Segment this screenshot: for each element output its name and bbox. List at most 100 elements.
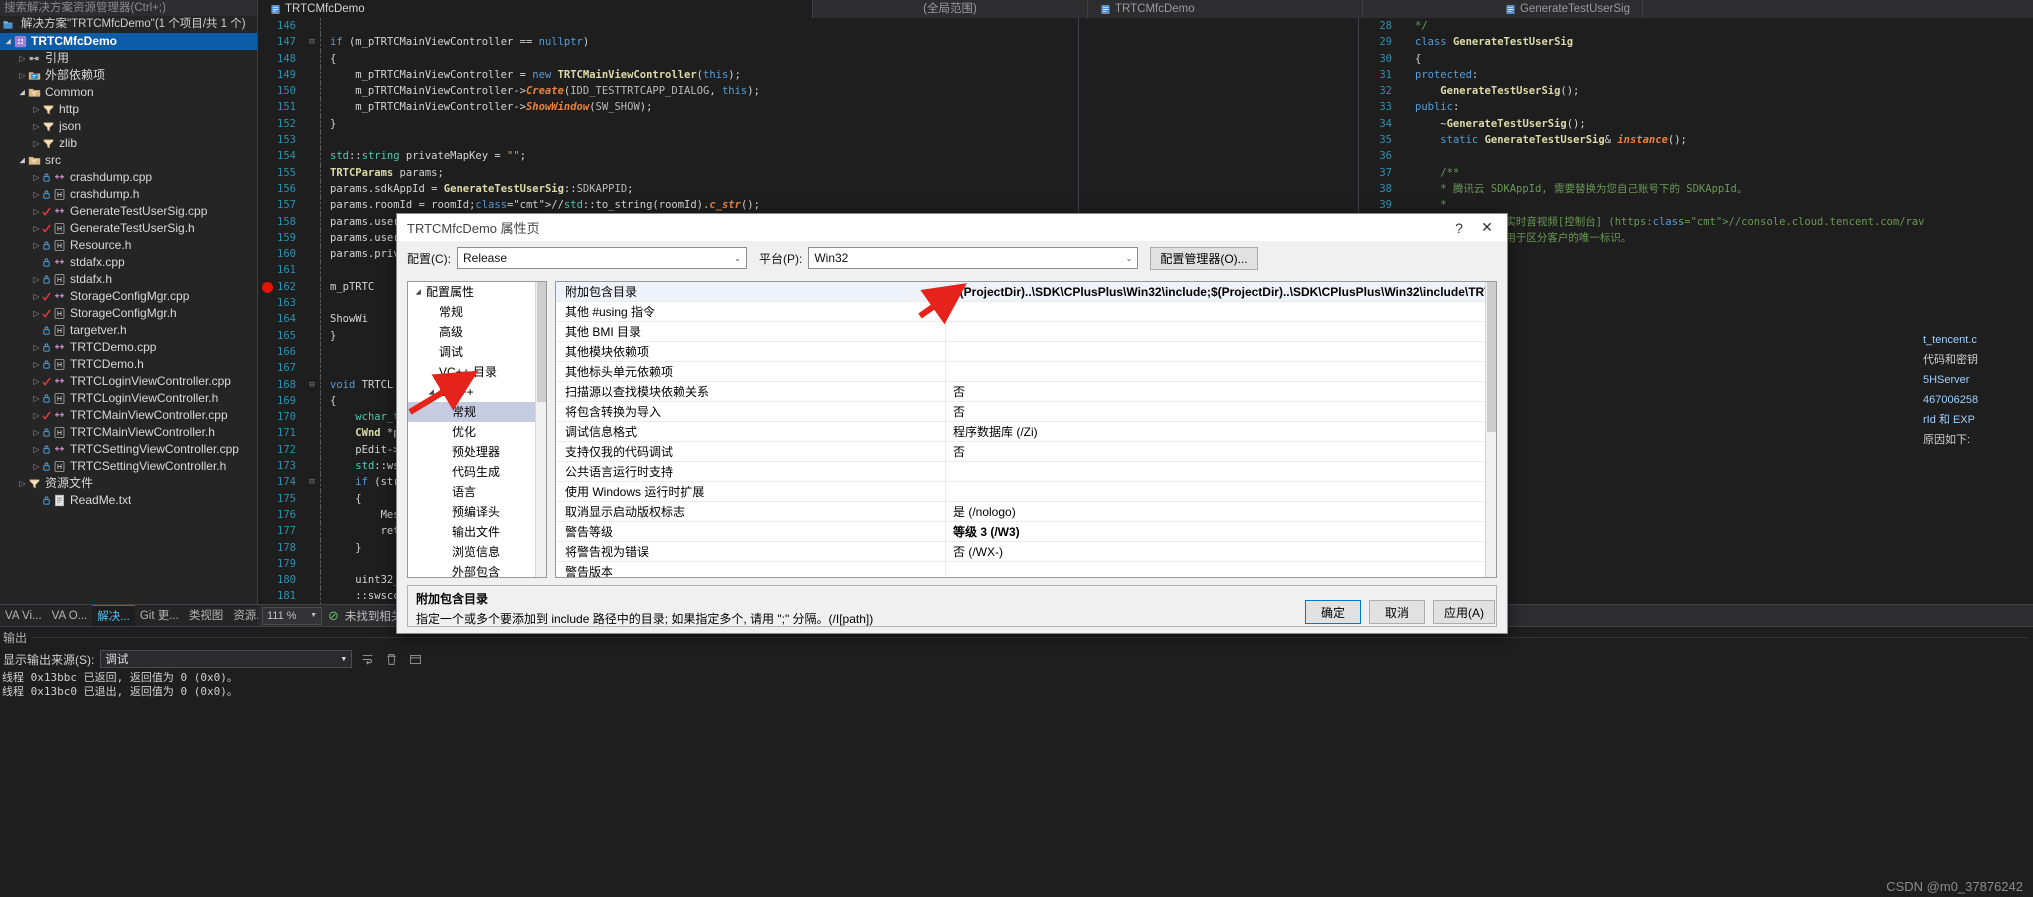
property-grid-row[interactable]: 取消显示启动版权标志是 (/nologo) [556, 502, 1496, 522]
property-tree-item[interactable]: 高级 [408, 322, 546, 342]
solution-tree-item[interactable]: ▷ crashdump.h [0, 186, 257, 203]
property-grid-row[interactable]: 调试信息格式 程序数据库 (/Zi) [556, 422, 1496, 442]
solution-tree-item[interactable]: ReadMe.txt [0, 492, 257, 509]
chevron-right-icon[interactable]: ▷ [17, 67, 28, 84]
chevron-right-icon[interactable]: ▷ [31, 186, 42, 203]
ok-button[interactable]: 确定 [1305, 600, 1361, 624]
property-tree-item[interactable]: 优化 [408, 422, 546, 442]
property-value[interactable]: 否 (/WX-) [946, 542, 1496, 561]
scrollbar-thumb[interactable] [537, 282, 546, 402]
solution-tree-item[interactable]: ▷ zlib [0, 135, 257, 152]
property-value[interactable] [946, 362, 1496, 381]
solution-tree-item[interactable]: ◢ TRTCMfcDemo [0, 33, 257, 50]
property-grid-row[interactable]: 扫描源以查找模块依赖关系否 [556, 382, 1496, 402]
solution-root-row[interactable]: 解决方案"TRTCMfcDemo"(1 个项目/共 1 个) [0, 16, 257, 33]
platform-select[interactable]: Win32 ⌄ [808, 247, 1139, 269]
property-value[interactable]: 等级 3 (/W3) [946, 522, 1496, 541]
solution-tree-item[interactable]: ▷ Resource.h [0, 237, 257, 254]
property-value[interactable] [946, 482, 1496, 501]
zoom-level-control[interactable]: 111 % ▼ [262, 606, 322, 625]
chevron-right-icon[interactable]: ▷ [31, 271, 42, 288]
toggle-output-icon[interactable] [406, 650, 424, 668]
property-tree-item[interactable]: 常规 [408, 402, 546, 422]
solution-tree-item[interactable]: ▷ StorageConfigMgr.cpp [0, 288, 257, 305]
chevron-right-icon[interactable]: ▷ [31, 356, 42, 373]
solution-tree-item[interactable]: ▷ stdafx.h [0, 271, 257, 288]
chevron-right-icon[interactable]: ▷ [31, 373, 42, 390]
chevron-right-icon[interactable]: ▷ [31, 441, 42, 458]
property-grid-row[interactable]: 警告版本 [556, 562, 1496, 577]
clear-output-icon[interactable] [382, 650, 400, 668]
solution-tree-item[interactable]: ▷ TRTCLoginViewController.h [0, 390, 257, 407]
solution-tree-item[interactable]: ▷ TRTCLoginViewController.cpp [0, 373, 257, 390]
chevron-right-icon[interactable]: ▷ [31, 390, 42, 407]
chevron-right-icon[interactable]: ▷ [31, 203, 42, 220]
solution-tree-item[interactable]: ▷ TRTCDemo.cpp [0, 339, 257, 356]
solution-tree-item[interactable]: ▷ GenerateTestUserSig.cpp [0, 203, 257, 220]
property-grid-row[interactable]: 附加包含目录 $(ProjectDir)..\SDK\CPlusPlus\Win3… [556, 282, 1496, 302]
solution-tree-item[interactable]: stdafx.cpp [0, 254, 257, 271]
chevron-right-icon[interactable]: ▷ [31, 424, 42, 441]
chevron-right-icon[interactable]: ▷ [31, 101, 42, 118]
cancel-button[interactable]: 取消 [1369, 600, 1425, 624]
property-grid-row[interactable]: 公共语言运行时支持 [556, 462, 1496, 482]
solution-search-input[interactable]: 搜索解决方案资源管理器(Ctrl+;) [0, 0, 257, 16]
property-grid-row[interactable]: 其他 #using 指令 [556, 302, 1496, 322]
chevron-right-icon[interactable]: ▷ [31, 118, 42, 135]
property-value[interactable] [946, 302, 1496, 321]
chevron-down-icon[interactable]: ⌄ [734, 254, 741, 263]
property-value[interactable] [946, 562, 1496, 577]
chevron-down-icon[interactable]: ◢ [14, 87, 31, 98]
chevron-down-icon[interactable]: ◢ [422, 385, 442, 399]
solution-tree-item[interactable]: ▷ json [0, 118, 257, 135]
property-tree-item[interactable]: VC++ 目录 [408, 362, 546, 382]
solution-tree-item[interactable]: ◢ Common [0, 84, 257, 101]
solution-tree-item[interactable]: ▷ TRTCSettingViewController.cpp [0, 441, 257, 458]
output-source-select[interactable]: 调试 ▼ [100, 650, 353, 668]
property-grid-row[interactable]: 使用 Windows 运行时扩展 [556, 482, 1496, 502]
property-value[interactable] [946, 342, 1496, 361]
property-tree-item[interactable]: 代码生成 [408, 462, 546, 482]
chevron-right-icon[interactable]: ▷ [31, 220, 42, 237]
scrollbar-thumb[interactable] [1487, 282, 1496, 432]
property-tree-item[interactable]: 浏览信息 [408, 542, 546, 562]
property-value[interactable] [946, 462, 1496, 481]
property-tree-item[interactable]: 外部包含 [408, 562, 546, 577]
solution-tree-item[interactable]: ▷ 引用 [0, 50, 257, 67]
property-category-tree[interactable]: ◢ 配置属性 常规 高级 调试 VC++ 目录 ◢ C/C++ 常规 优化 预处理器 代码生成 语言 预编… [407, 281, 547, 578]
property-value[interactable]: 否 [946, 382, 1496, 401]
property-grid-scrollbar[interactable] [1485, 282, 1496, 577]
solution-tree-item[interactable]: ▷ crashdump.cpp [0, 169, 257, 186]
chevron-right-icon[interactable]: ▷ [31, 339, 42, 356]
editor-tab[interactable]: GenerateTestUserSig [1363, 0, 1643, 18]
solution-tree-item[interactable]: ▷ 资源文件 [0, 475, 257, 492]
chevron-down-icon[interactable]: ◢ [0, 36, 17, 47]
editor-tab[interactable]: (全局范围) [813, 0, 1088, 18]
configuration-manager-button[interactable]: 配置管理器(O)... [1150, 246, 1258, 270]
property-value[interactable]: 否 [946, 402, 1496, 421]
breakpoint-icon[interactable] [262, 281, 273, 293]
property-tree-item[interactable]: 调试 [408, 342, 546, 362]
chevron-down-icon[interactable]: ⌄ [1126, 254, 1133, 263]
tool-window-tab[interactable]: 解决... [92, 604, 135, 627]
chevron-right-icon[interactable]: ▷ [31, 237, 42, 254]
chevron-right-icon[interactable]: ▷ [31, 169, 42, 186]
property-grid-row[interactable]: 支持仅我的代码调试否 [556, 442, 1496, 462]
chevron-down-icon[interactable]: ▼ [340, 656, 347, 663]
solution-tree-item[interactable]: ▷ 外部依赖项 [0, 67, 257, 84]
chevron-right-icon[interactable]: ▷ [17, 475, 28, 492]
property-tree-item[interactable]: 预编译头 [408, 502, 546, 522]
chevron-down-icon[interactable]: ◢ [409, 285, 429, 299]
chevron-right-icon[interactable]: ▷ [17, 50, 28, 67]
property-value[interactable]: 程序数据库 (/Zi) [946, 422, 1496, 441]
solution-tree-item[interactable]: ▷ TRTCMainViewController.cpp [0, 407, 257, 424]
word-wrap-icon[interactable] [358, 650, 376, 668]
solution-tree-item[interactable]: ▷ TRTCMainViewController.h [0, 424, 257, 441]
property-tree-item[interactable]: ◢ C/C++ [408, 382, 546, 402]
property-grid-row[interactable]: 其他 BMI 目录 [556, 322, 1496, 342]
property-grid-row[interactable]: 将包含转换为导入否 [556, 402, 1496, 422]
property-value[interactable] [946, 322, 1496, 341]
solution-tree-item[interactable]: ◢ src [0, 152, 257, 169]
property-value[interactable]: 是 (/nologo) [946, 502, 1496, 521]
property-grid-row[interactable]: 其他模块依赖项 [556, 342, 1496, 362]
